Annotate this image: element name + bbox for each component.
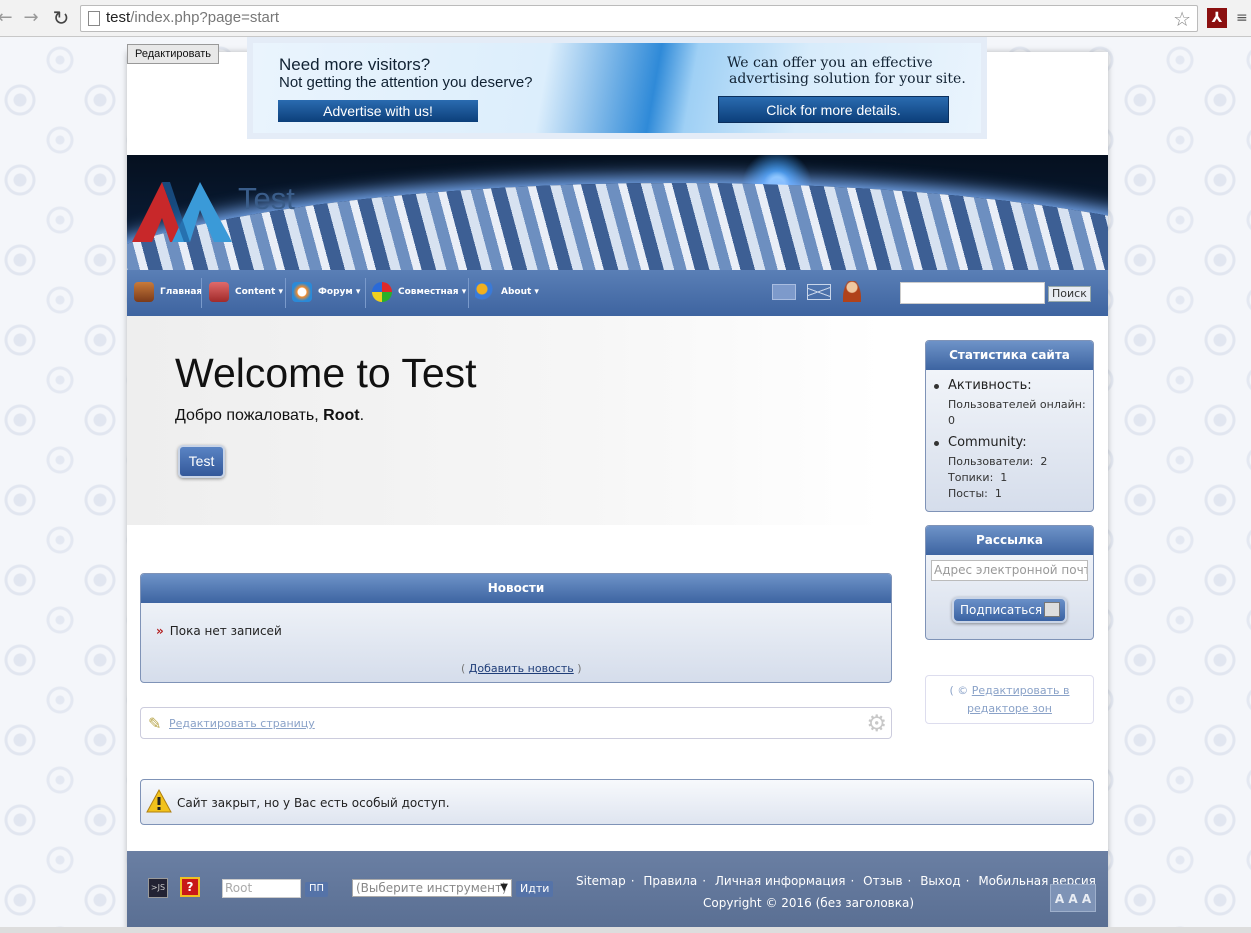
nav-item-content[interactable]: Content ▾ bbox=[209, 279, 283, 305]
content-icon bbox=[209, 282, 229, 302]
stats-community: Community: bbox=[934, 435, 1093, 450]
nav-item-home[interactable]: Главная bbox=[134, 279, 202, 305]
nav-item-collab[interactable]: Совместная ▾ bbox=[372, 279, 466, 305]
ad-right-line1: We can offer you an effective bbox=[727, 55, 933, 71]
forum-icon bbox=[292, 282, 312, 302]
page-title: Welcome to Test bbox=[175, 350, 477, 396]
news-add: ( Добавить новость ) bbox=[461, 662, 582, 675]
nav-label: Форум ▾ bbox=[318, 287, 361, 297]
welcome-section: Welcome to Test Добро пожаловать, Root. … bbox=[127, 316, 882, 525]
footer-link-profile[interactable]: Личная информация bbox=[715, 874, 846, 888]
pdf-extension-icon[interactable]: ⅄ bbox=[1207, 8, 1227, 28]
login-field[interactable]: Root bbox=[222, 879, 301, 898]
footer-links: Sitemap · Правила · Личная информация · Отз… bbox=[576, 874, 1096, 888]
ad-subline: Not getting the attention you deserve? bbox=[279, 74, 533, 91]
ad-right-line2: advertising solution for your site. bbox=[729, 71, 966, 87]
nav-divider bbox=[201, 278, 202, 308]
about-icon bbox=[475, 282, 495, 302]
footer-link-logout[interactable]: Выход bbox=[920, 874, 960, 888]
address-bar[interactable]: test/index.php?page=start ☆ bbox=[80, 5, 1198, 32]
edit-page-bar: ✎ Редактировать страницу ⚙ bbox=[140, 707, 892, 739]
gear-icon[interactable]: ⚙ bbox=[866, 711, 887, 737]
mailing-block: Рассылка Адрес электронной почты Подписа… bbox=[925, 525, 1094, 640]
nav-label: Совместная ▾ bbox=[398, 287, 467, 297]
go-button[interactable]: Идти bbox=[516, 881, 554, 897]
tool-select[interactable]: (Выберите инструмент) ▼ bbox=[352, 879, 512, 897]
news-title: Новости bbox=[141, 574, 891, 603]
forward-arrow-icon[interactable]: → bbox=[20, 7, 42, 29]
site-header: Test bbox=[127, 155, 1108, 270]
greeting: Добро пожаловать, Root. bbox=[175, 407, 365, 424]
nav-item-forum[interactable]: Форум ▾ bbox=[292, 279, 360, 305]
bottom-strip bbox=[0, 927, 1251, 933]
footer-link-rules[interactable]: Правила bbox=[643, 874, 697, 888]
footer: >JS ? Root ПП (Выберите инструмент) ▼ Идт… bbox=[127, 851, 1108, 927]
bookmark-star-icon[interactable]: ☆ bbox=[1173, 7, 1191, 31]
stats-online: Пользователей онлайн: 0 bbox=[948, 398, 1086, 427]
nav-divider bbox=[468, 278, 469, 308]
notice-box: Сайт закрыт, но у Вас есть особый доступ… bbox=[140, 779, 1094, 825]
notice-text: Сайт закрыт, но у Вас есть особый доступ… bbox=[177, 796, 450, 810]
ad-banner[interactable]: Need more visitors? Not getting the atte… bbox=[253, 43, 981, 133]
stats-block: Статистика сайта Активность: Пользовател… bbox=[925, 340, 1094, 512]
add-news-link[interactable]: Добавить новость bbox=[469, 662, 574, 675]
site-name[interactable]: Test bbox=[238, 181, 295, 217]
test-button[interactable]: Test bbox=[178, 445, 225, 478]
browser-menu-icon[interactable]: ≡ bbox=[1236, 10, 1251, 26]
announce-icon[interactable] bbox=[772, 284, 796, 300]
news-empty: » Пока нет записей bbox=[156, 624, 282, 638]
site-logo-icon[interactable] bbox=[132, 180, 237, 245]
ad-frame: Need more visitors? Not getting the atte… bbox=[247, 37, 987, 139]
back-arrow-icon[interactable]: ← bbox=[0, 7, 16, 29]
subscribe-icon bbox=[1044, 602, 1060, 617]
pencil-icon: ✎ bbox=[148, 714, 162, 733]
browser-toolbar: ← → ↻ test/index.php?page=start ☆ ⅄ ≡ bbox=[0, 0, 1251, 37]
nav-divider bbox=[365, 278, 366, 308]
help-icon[interactable]: ? bbox=[180, 877, 200, 897]
pp-button[interactable]: ПП bbox=[305, 882, 329, 897]
search-input[interactable] bbox=[900, 282, 1045, 304]
stats-counts: Пользователи: 2 Топики: 1 Посты: 1 bbox=[948, 455, 1048, 500]
stats-list: Активность: Пользователей онлайн: 0 Commu… bbox=[926, 370, 1093, 502]
subscribe-label: Подписаться bbox=[960, 603, 1043, 617]
news-block: Новости » Пока нет записей ( Добавить нов… bbox=[140, 573, 892, 683]
footer-link-feedback[interactable]: Отзыв bbox=[863, 874, 902, 888]
js-icon[interactable]: >JS bbox=[148, 878, 168, 898]
stats-activity: Активность: bbox=[934, 378, 1093, 393]
user-icon[interactable] bbox=[843, 281, 861, 302]
mail-icon[interactable] bbox=[807, 284, 831, 300]
zone-editor-link-2[interactable]: редакторе зон bbox=[967, 702, 1052, 715]
zone-editor-link[interactable]: Редактировать в bbox=[972, 684, 1070, 697]
zone-editor-box: ( © Редактировать в редакторе зон bbox=[925, 675, 1094, 724]
warning-icon bbox=[146, 788, 172, 813]
zone-editor-icon: ( © bbox=[949, 684, 969, 697]
subscribe-button[interactable]: Подписаться bbox=[952, 597, 1067, 623]
email-field[interactable]: Адрес электронной почты bbox=[931, 560, 1088, 581]
stats-title: Статистика сайта bbox=[926, 341, 1093, 370]
chevron-down-icon: ▼ bbox=[500, 882, 508, 893]
page-icon bbox=[88, 11, 100, 26]
search-button[interactable]: Поиск bbox=[1048, 286, 1091, 302]
nav-label: Content ▾ bbox=[235, 287, 283, 297]
footer-link-sitemap[interactable]: Sitemap bbox=[576, 874, 626, 888]
nav-divider bbox=[285, 278, 286, 308]
reload-icon[interactable]: ↻ bbox=[50, 7, 72, 29]
ad-headline: Need more visitors? bbox=[279, 55, 431, 74]
advertise-button[interactable]: Advertise with us! bbox=[278, 100, 478, 122]
url-text: test/index.php?page=start bbox=[106, 9, 280, 26]
font-size-toggle[interactable]: A A A bbox=[1050, 884, 1096, 912]
copyright: Copyright © 2016 (без заголовка) bbox=[703, 896, 915, 910]
nav-label: About ▾ bbox=[501, 287, 539, 297]
puzzle-icon bbox=[372, 282, 392, 302]
nav-label: Главная bbox=[160, 287, 203, 297]
edit-page-link[interactable]: Редактировать страницу bbox=[169, 717, 315, 730]
mailing-title: Рассылка bbox=[926, 526, 1093, 555]
raquo-icon: » bbox=[156, 624, 164, 638]
more-details-button[interactable]: Click for more details. bbox=[718, 96, 949, 123]
nav-item-about[interactable]: About ▾ bbox=[475, 279, 539, 305]
admin-edit-button[interactable]: Редактировать bbox=[127, 44, 219, 64]
main-nav: Главная Content ▾ Форум ▾ Совместная ▾ A… bbox=[127, 270, 1108, 316]
home-icon bbox=[134, 282, 154, 302]
